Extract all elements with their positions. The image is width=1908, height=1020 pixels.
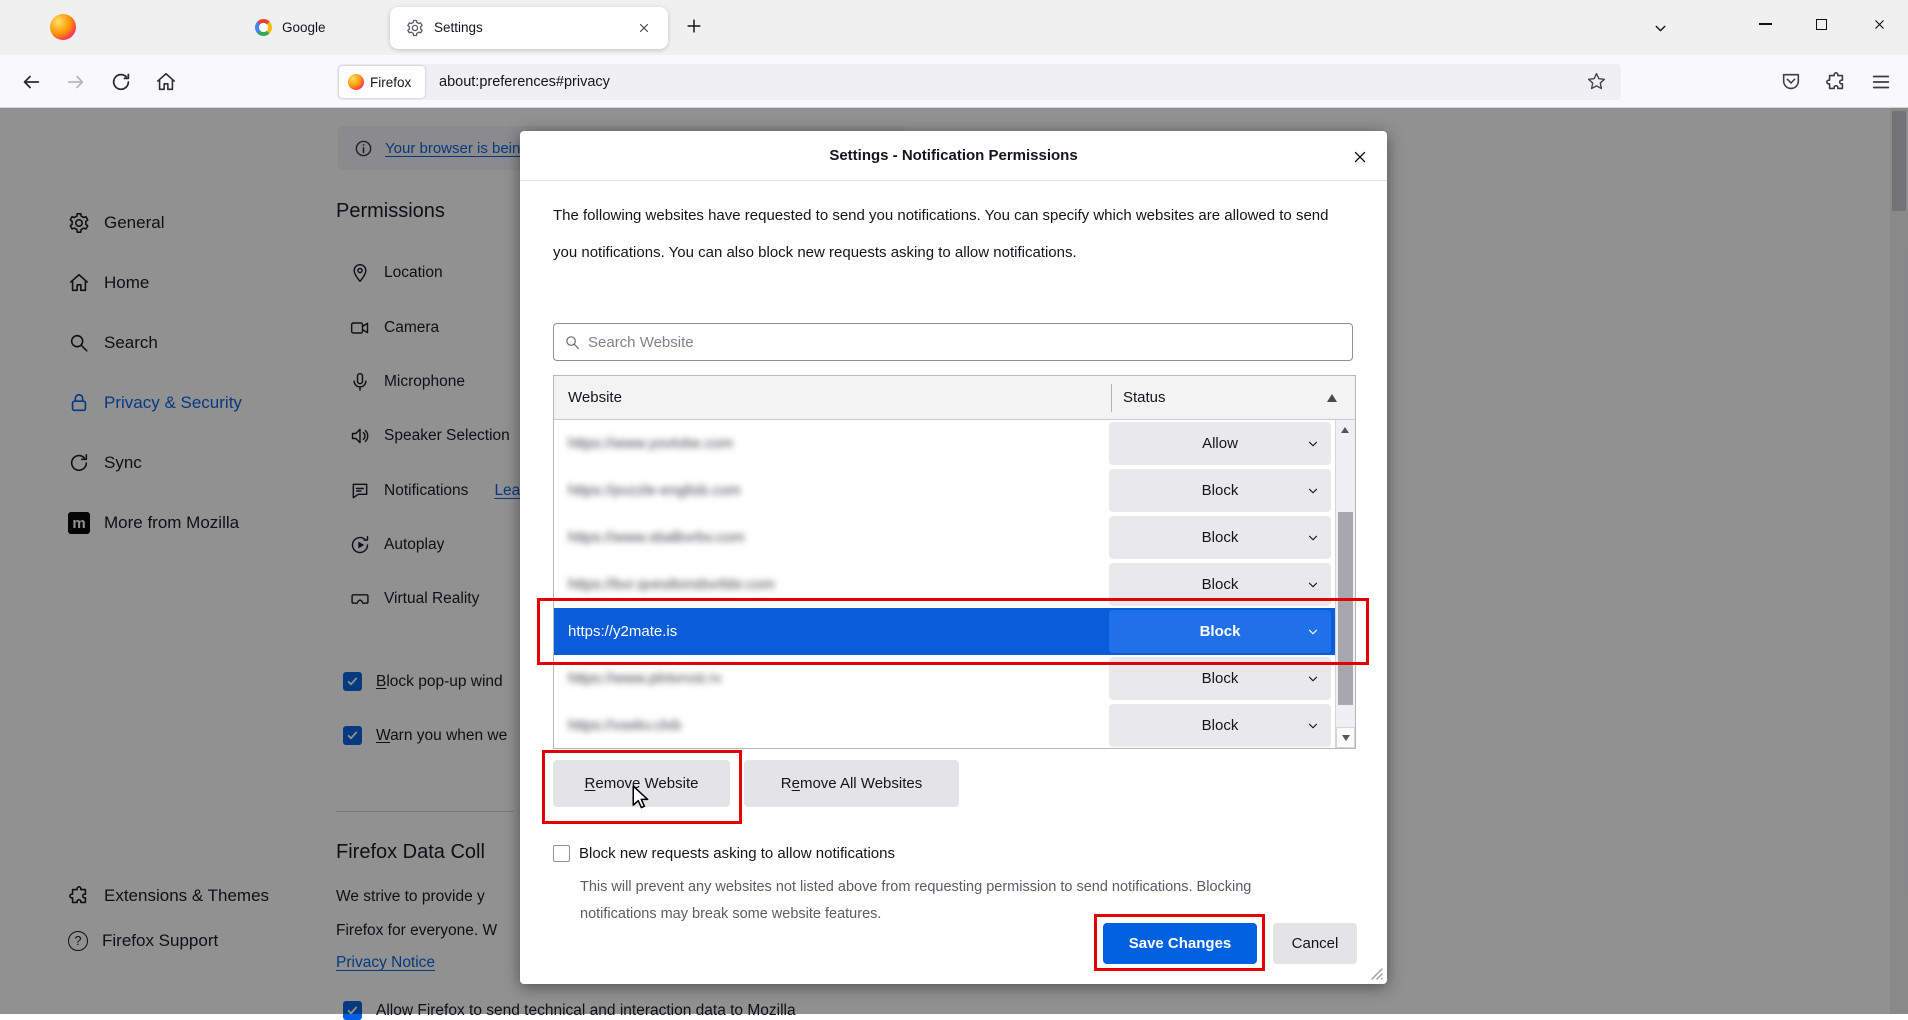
search-website-input[interactable]: [588, 324, 1328, 360]
table-scrollbar[interactable]: [1335, 420, 1355, 748]
table-row[interactable]: https://www.yovtvbe.com Allow: [554, 420, 1355, 467]
website-cell: https://www.yovtvbe.com: [568, 420, 733, 467]
chevron-down-icon: [1306, 484, 1320, 498]
website-cell: https://vsekv.clvb: [568, 702, 681, 748]
dialog-header: Settings - Notification Permissions: [520, 131, 1387, 181]
chevron-down-icon: [1306, 578, 1320, 592]
chevron-down-icon: [1306, 437, 1320, 451]
dialog-close-icon[interactable]: [1347, 144, 1373, 170]
chevron-down-icon: [1306, 531, 1320, 545]
checkbox-unchecked[interactable]: [553, 845, 570, 862]
status-dropdown[interactable]: Block: [1109, 516, 1331, 559]
forward-icon[interactable]: [65, 71, 87, 93]
annotation-selected-row: [537, 598, 1369, 665]
column-header-website[interactable]: Website: [568, 376, 622, 420]
website-cell: https://www.sbalbvrbv.com: [568, 514, 744, 561]
resize-grip[interactable]: [1370, 967, 1384, 981]
scroll-down-button[interactable]: [1336, 727, 1355, 748]
button-label: Remove All Websites: [781, 775, 922, 792]
table-header[interactable]: Website Status: [554, 376, 1355, 420]
checkbox-label: Block new requests asking to allow notif…: [579, 845, 895, 862]
window-close-button[interactable]: [1864, 9, 1894, 39]
permissions-table: Website Status https://www.yovtvbe.com A…: [553, 375, 1356, 749]
table-row[interactable]: https://pvzzle-englisb.com Block: [554, 467, 1355, 514]
scroll-down-icon: [1342, 735, 1350, 741]
cancel-button[interactable]: Cancel: [1273, 923, 1357, 964]
settings-page: Your browser is bein General Home Search…: [0, 108, 1908, 1014]
tab-google[interactable]: Google: [122, 0, 380, 55]
browser-navbar: Firefox about:preferences#privacy: [0, 55, 1908, 108]
search-icon: [564, 334, 581, 351]
column-header-status[interactable]: Status: [1123, 376, 1166, 420]
dialog-title: Settings - Notification Permissions: [520, 131, 1387, 181]
chevron-down-icon: [1306, 719, 1320, 733]
list-tabs-chevron-icon[interactable]: [1652, 20, 1669, 42]
search-website-field[interactable]: [553, 323, 1353, 361]
window-maximize-button[interactable]: [1806, 9, 1836, 39]
new-tab-button[interactable]: [684, 16, 704, 41]
table-body: https://www.yovtvbe.com Allow https://pv…: [554, 420, 1355, 748]
status-dropdown[interactable]: Block: [1109, 704, 1331, 747]
status-dropdown[interactable]: Allow: [1109, 422, 1331, 465]
column-divider: [1111, 384, 1112, 412]
sort-ascending-icon: [1327, 394, 1337, 402]
bookmark-star-icon[interactable]: [1586, 71, 1607, 92]
window-minimize-button[interactable]: [1750, 9, 1780, 39]
back-icon[interactable]: [20, 71, 42, 93]
status-dropdown[interactable]: Block: [1109, 469, 1331, 512]
firefox-logo: [50, 14, 76, 40]
block-new-requests-row[interactable]: Block new requests asking to allow notif…: [553, 845, 895, 862]
url-text: about:preferences#privacy: [439, 64, 610, 100]
website-cell: https://pvzzle-englisb.com: [568, 467, 741, 514]
google-favicon: [255, 19, 272, 36]
gear-icon: [406, 19, 424, 37]
table-row[interactable]: https://vsekv.clvb Block: [554, 702, 1355, 748]
browser-titlebar: Google Settings: [0, 0, 1908, 55]
chevron-down-icon: [1306, 672, 1320, 686]
tab-label: Google: [282, 0, 326, 55]
identity-label: Firefox: [370, 75, 411, 90]
scroll-up-icon[interactable]: [1341, 427, 1349, 433]
extensions-puzzle-icon[interactable]: [1825, 71, 1847, 93]
site-identity-chip[interactable]: Firefox: [339, 66, 425, 98]
url-bar[interactable]: Firefox about:preferences#privacy: [337, 64, 1621, 100]
tab-label: Settings: [434, 7, 483, 49]
annotation-save-changes: [1094, 914, 1265, 971]
mouse-cursor: [630, 784, 656, 810]
pocket-icon[interactable]: [1780, 71, 1802, 93]
remove-all-websites-button[interactable]: Remove All Websites: [744, 760, 959, 807]
dialog-description: The following websites have requested to…: [553, 197, 1353, 271]
firefox-logo: [348, 74, 364, 90]
notification-permissions-dialog: Settings - Notification Permissions The …: [520, 131, 1387, 984]
home-icon[interactable]: [155, 71, 177, 93]
tab-close-icon[interactable]: [632, 16, 656, 40]
menu-hamburger-icon[interactable]: [1870, 71, 1892, 93]
tab-settings[interactable]: Settings: [390, 7, 668, 49]
table-row[interactable]: https://www.sbalbvrbv.com Block: [554, 514, 1355, 561]
reload-icon[interactable]: [110, 71, 132, 93]
